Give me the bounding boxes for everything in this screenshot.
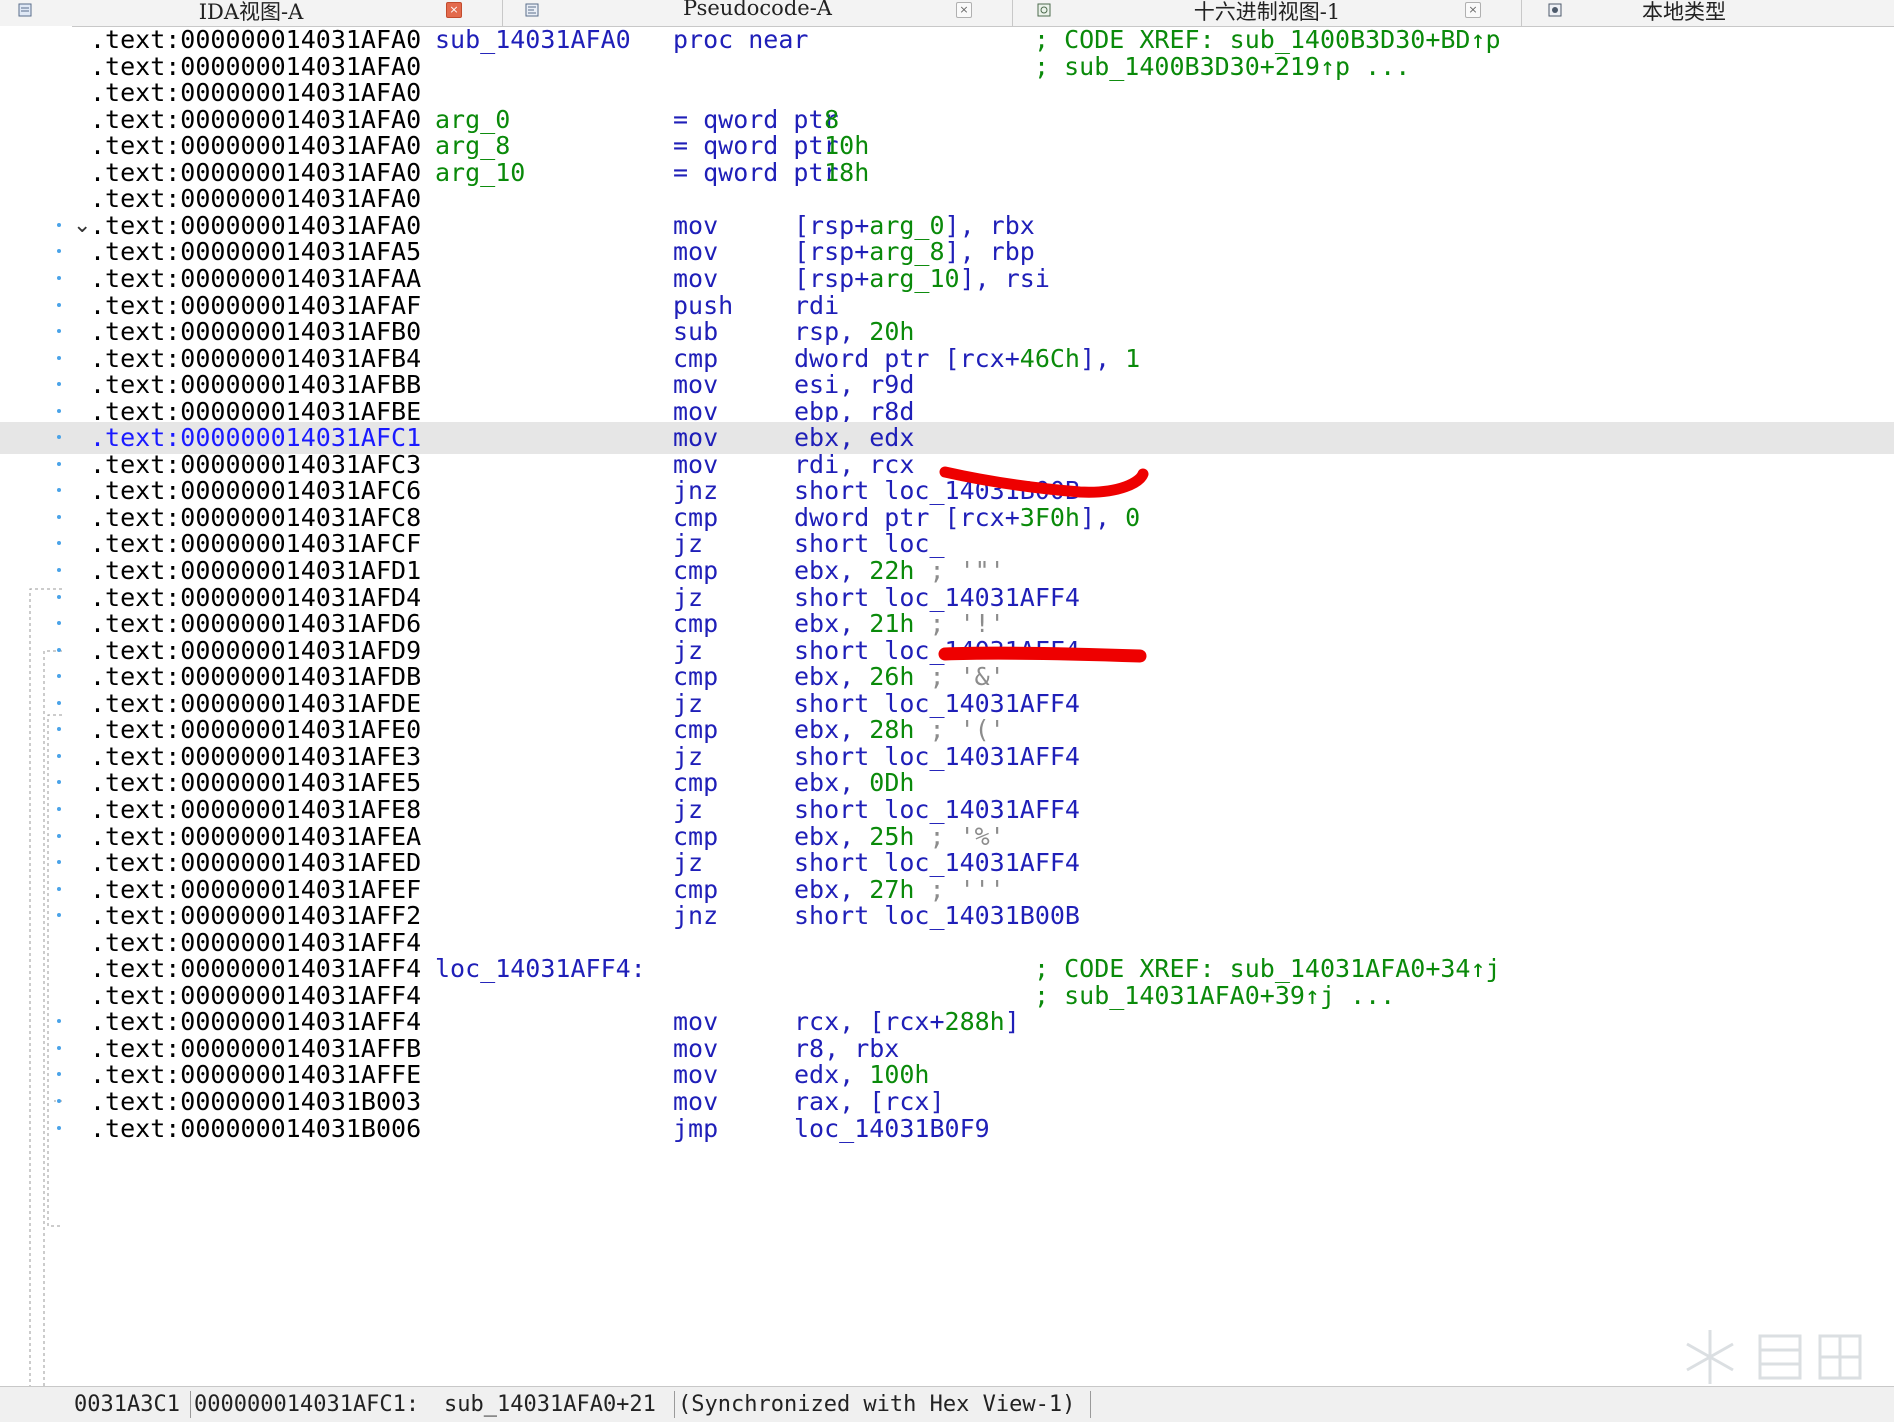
breakpoint-dot[interactable] <box>57 833 61 838</box>
tab-title: Pseudocode-A <box>683 0 832 20</box>
breakpoint-dot[interactable] <box>57 860 61 865</box>
file-offset: 0031A3C1 <box>74 1392 180 1417</box>
local-types-icon <box>1548 2 1562 17</box>
breakpoint-dot[interactable] <box>57 700 61 705</box>
tab-pseudocode[interactable]: Pseudocode-A × <box>503 0 1013 26</box>
tab-title: 十六进制视图-1 <box>1193 0 1341 24</box>
close-icon[interactable]: × <box>1465 2 1481 18</box>
breakpoint-dot[interactable] <box>57 1099 61 1103</box>
close-icon[interactable]: × <box>956 2 972 18</box>
current-address: 000000014031AFC1: <box>194 1392 420 1417</box>
breakpoint-dot[interactable] <box>57 806 61 811</box>
breakpoint-dot[interactable] <box>57 541 61 546</box>
breakpoint-dot[interactable] <box>57 753 61 758</box>
breakpoint-dot[interactable] <box>57 647 61 652</box>
listing-line[interactable]: .text:000000014031B006 jmp loc_14031B0F9 <box>0 1113 1894 1145</box>
breakpoint-dot[interactable] <box>57 1019 61 1024</box>
breakpoint-dot[interactable] <box>57 568 61 572</box>
breakpoint-dot[interactable] <box>57 329 61 334</box>
sync-status: (Synchronized with Hex View-1) <box>678 1392 1076 1417</box>
breakpoint-dot[interactable] <box>57 674 61 679</box>
breakpoint-dot[interactable] <box>57 1045 61 1050</box>
tab-local-types[interactable]: 本地类型 <box>1522 0 1894 26</box>
disassembly-listing[interactable]: .text:000000014031AFA0 sub_14031AFA0 proc … <box>0 26 1894 1386</box>
breakpoint-dot[interactable] <box>57 514 61 519</box>
breakpoint-dot[interactable] <box>57 1072 61 1077</box>
breakpoint-dot[interactable] <box>57 886 61 891</box>
line-address[interactable]: .text:000000014031B006 <box>90 1113 421 1145</box>
status-separator <box>1090 1391 1091 1418</box>
tab-title: 本地类型 <box>1642 0 1726 24</box>
current-location: sub_14031AFA0+21 <box>444 1392 656 1417</box>
breakpoint-dot[interactable] <box>57 488 61 493</box>
breakpoint-dot[interactable] <box>57 275 61 280</box>
tab-title: IDA视图-A <box>198 0 304 24</box>
line-operands[interactable]: loc_14031B0F9 <box>794 1113 990 1145</box>
breakpoint-dot[interactable] <box>57 594 61 599</box>
tab-bar: IDA视图-A × Pseudocode-A × 十六进制视图-1 × 本地类型 <box>0 0 1894 27</box>
breakpoint-dot[interactable] <box>57 249 61 254</box>
close-icon[interactable]: × <box>446 2 462 18</box>
breakpoint-dot[interactable] <box>57 408 61 413</box>
breakpoint-dot[interactable] <box>57 621 61 626</box>
breakpoint-dot[interactable] <box>57 435 61 440</box>
status-bar: 0031A3C1 000000014031AFC1: sub_14031AFA0… <box>0 1386 1894 1422</box>
breakpoint-dot[interactable] <box>57 302 61 307</box>
tab-hex-view[interactable]: 十六进制视图-1 × <box>1013 0 1522 26</box>
breakpoint-dot[interactable] <box>57 1125 61 1130</box>
kanxue-logo-icon <box>1680 1322 1880 1392</box>
breakpoint-dot[interactable] <box>57 461 61 466</box>
tab-ida-view[interactable]: IDA视图-A × <box>0 0 503 26</box>
breakpoint-dot[interactable] <box>57 355 61 360</box>
breakpoint-dot[interactable] <box>57 780 61 785</box>
operand-part: loc_14031B0F9 <box>794 1113 990 1143</box>
breakpoint-dot[interactable] <box>57 913 61 918</box>
breakpoint-dot[interactable] <box>57 727 61 732</box>
line-mnemonic: jmp <box>673 1113 719 1143</box>
status-separator <box>190 1391 191 1418</box>
breakpoint-dot[interactable] <box>57 382 61 387</box>
breakpoint-dot[interactable] <box>57 222 61 227</box>
status-separator <box>674 1391 675 1418</box>
